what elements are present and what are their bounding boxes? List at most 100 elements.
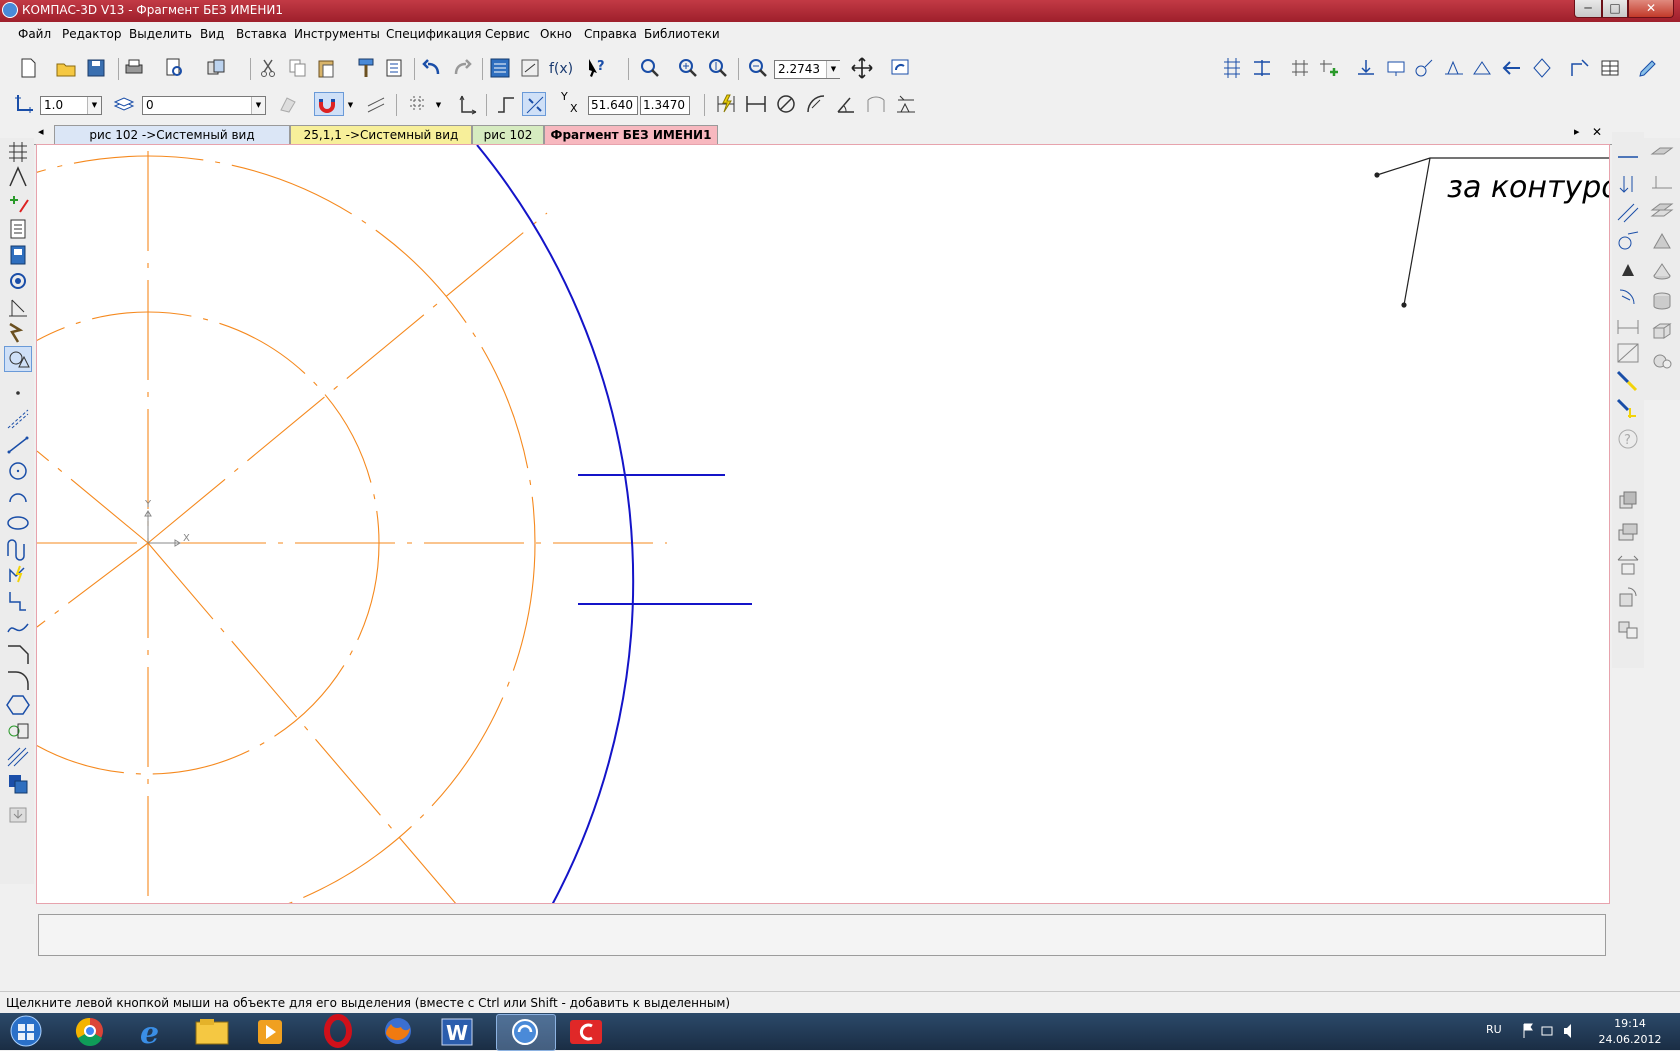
manager-button[interactable] (204, 56, 228, 80)
help-pointer-icon[interactable]: ? (584, 56, 608, 80)
roughness-icon[interactable] (1442, 56, 1466, 80)
cut-line-icon[interactable] (1568, 56, 1592, 80)
tangent-icon[interactable] (1614, 228, 1642, 254)
layered-plane-icon[interactable] (1648, 198, 1676, 224)
properties-icon[interactable] (382, 56, 406, 80)
angular-dimension-icon[interactable] (834, 92, 858, 116)
insert-fragment-icon[interactable] (4, 802, 32, 828)
arrow-view-icon[interactable] (1500, 56, 1524, 80)
roughness-sign-icon[interactable] (894, 92, 918, 116)
menu-select[interactable]: Выделить (129, 27, 192, 41)
polygon-icon[interactable] (4, 692, 32, 718)
zoom-window-icon[interactable] (638, 56, 662, 80)
system-clock[interactable]: 19:14 24.06.2012 (1590, 1016, 1670, 1048)
undo-icon[interactable] (420, 56, 444, 80)
break-view-icon[interactable] (1614, 616, 1642, 642)
tolerance-icon[interactable] (1530, 56, 1554, 80)
fillet-icon[interactable] (4, 666, 32, 692)
menu-service[interactable]: Сервис (485, 27, 530, 41)
arc-dimension-icon[interactable] (864, 92, 888, 116)
coord-y-field[interactable]: 1.3470 (640, 96, 690, 115)
layer-field[interactable]: 0 (142, 96, 266, 115)
tool-select-icon[interactable] (4, 320, 32, 346)
auto-dimension-icon[interactable] (714, 92, 738, 116)
layers-icon[interactable] (112, 92, 136, 116)
print-button[interactable] (122, 56, 146, 80)
offset-icon[interactable] (1250, 56, 1274, 80)
circle-icon[interactable] (4, 458, 32, 484)
extrude-icon[interactable] (1648, 138, 1676, 164)
merge-points-icon[interactable] (1614, 396, 1642, 422)
format-painter-icon[interactable] (354, 56, 378, 80)
tabs-scroll-right[interactable]: ▸ (1574, 125, 1580, 138)
loft-icon[interactable] (1648, 228, 1676, 254)
equidistant-icon[interactable] (4, 718, 32, 744)
copy-icon[interactable] (286, 56, 310, 80)
menu-file[interactable]: Файл (18, 27, 51, 41)
linear-dimension-icon[interactable] (744, 92, 768, 116)
windows-explorer-icon[interactable] (184, 1014, 240, 1049)
menu-window[interactable]: Окно (540, 27, 572, 41)
chrome-icon[interactable] (62, 1014, 118, 1049)
contour-icon[interactable] (4, 588, 32, 614)
add-point-icon[interactable] (1316, 56, 1340, 80)
refresh-icon[interactable] (888, 56, 912, 80)
tree-icon[interactable] (488, 56, 512, 80)
table-icon[interactable] (1598, 56, 1622, 80)
radial-dimension-icon[interactable] (804, 92, 828, 116)
tool-geometry-icon[interactable] (4, 164, 32, 190)
menu-specification[interactable]: Спецификация (386, 27, 481, 41)
start-orb-icon[interactable] (0, 1014, 56, 1049)
tool-grid-icon[interactable] (4, 138, 32, 164)
point-grid-icon[interactable] (1288, 56, 1312, 80)
kompas-3d-icon[interactable] (496, 1014, 556, 1051)
variables-icon[interactable] (518, 56, 542, 80)
solid-cylinder-icon[interactable] (1648, 288, 1676, 314)
chamfer-icon[interactable] (4, 640, 32, 666)
zoom-in-icon[interactable] (676, 56, 700, 80)
menu-help[interactable]: Справка (584, 27, 637, 41)
symmetry-icon[interactable] (1614, 340, 1642, 366)
properties-disabled-icon[interactable] (276, 92, 300, 116)
hline-icon[interactable] (1614, 144, 1642, 170)
close-tab-button[interactable]: ✕ (1592, 125, 1602, 139)
close-button[interactable]: ✕ (1628, 0, 1674, 18)
new-document-button[interactable] (16, 56, 40, 80)
level-icon[interactable] (1354, 56, 1378, 80)
sketch-plane-icon[interactable] (1648, 168, 1676, 194)
tab-25-1-1-system-view[interactable]: 25,1,1 ->Системный вид (290, 125, 472, 144)
polyline-icon[interactable] (4, 536, 32, 562)
segment-icon[interactable] (4, 432, 32, 458)
parallel-icon[interactable] (1614, 200, 1642, 226)
tab-ris-102-system-view[interactable]: рис 102 ->Системный вид (54, 125, 290, 144)
save-button[interactable] (84, 56, 108, 80)
revolve-icon[interactable] (1648, 258, 1676, 284)
projection-icon[interactable] (1614, 520, 1642, 546)
menu-insert[interactable]: Вставка (236, 27, 287, 41)
coord-x-field[interactable]: 51.640 (588, 96, 638, 115)
rotate-view-icon[interactable] (1614, 584, 1642, 610)
grid-dropdown-arrow[interactable]: ▼ (432, 97, 445, 114)
tool-measure-icon[interactable] (4, 294, 32, 320)
kompas-active-icon[interactable] (558, 1014, 614, 1049)
internet-explorer-icon[interactable]: e (124, 1014, 180, 1049)
minimize-button[interactable]: ─ (1574, 0, 1602, 18)
bezier-icon[interactable] (4, 614, 32, 640)
cut-icon[interactable] (256, 56, 280, 80)
ellipse-icon[interactable] (4, 510, 32, 536)
tab-fragment-unnamed[interactable]: Фрагмент БЕЗ ИМЕНИ1 (544, 125, 718, 144)
collection-geometry-icon[interactable] (4, 562, 32, 588)
fix-point-icon[interactable] (1614, 256, 1642, 282)
arc-tangent-icon[interactable] (1614, 284, 1642, 310)
pencil-icon[interactable] (1636, 56, 1660, 80)
base-icon[interactable] (1470, 56, 1494, 80)
step-line-icon[interactable] (494, 92, 518, 116)
menu-editor[interactable]: Редактор (62, 27, 121, 41)
zoom-dropdown-arrow[interactable]: ▼ (826, 61, 840, 78)
local-cs-icon[interactable] (12, 92, 36, 116)
auxiliary-line-icon[interactable] (4, 406, 32, 432)
gear-icon[interactable] (1648, 348, 1676, 374)
scale-dropdown-arrow[interactable]: ▼ (87, 97, 101, 114)
zoom-scale-icon[interactable] (706, 56, 730, 80)
vert-offset-icon[interactable] (1614, 172, 1642, 198)
